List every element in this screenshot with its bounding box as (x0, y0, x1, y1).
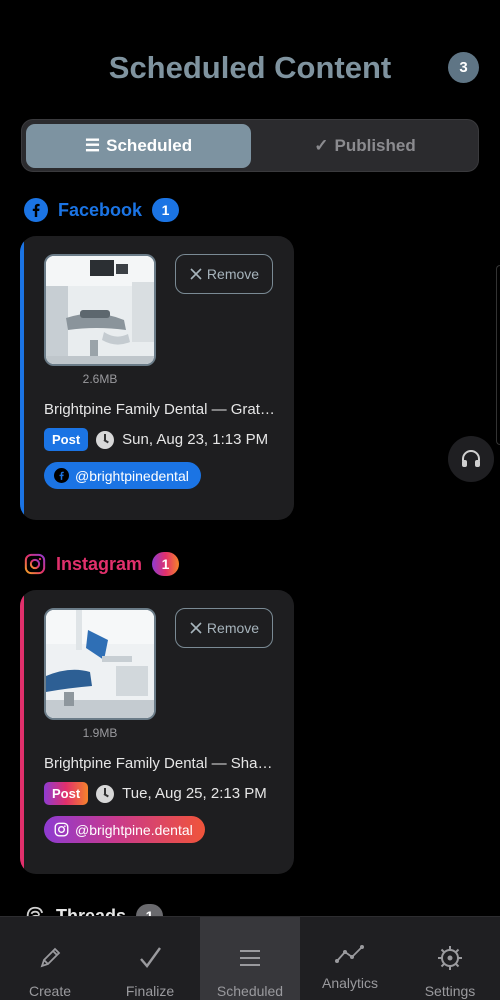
tab-label: Scheduled (106, 136, 193, 155)
post-meta: Post Tue, Aug 25, 2:13 PM (44, 782, 267, 805)
remove-button[interactable]: Remove (175, 254, 273, 294)
account-chip[interactable]: @brightpinedental (44, 462, 201, 489)
account-chip[interactable]: @brightpine.dental (44, 816, 205, 843)
post-type-badge: Post (44, 782, 89, 805)
section-header-instagram: Instagram 1 (24, 552, 180, 576)
check-icon: ✓ (314, 136, 329, 155)
instagram-icon (54, 822, 69, 837)
remove-button[interactable]: Remove (175, 608, 273, 648)
section-count-badge: 1 (152, 552, 180, 576)
list-icon: ☰ (84, 136, 101, 155)
headset-icon (462, 450, 480, 467)
nav-item-scheduled[interactable]: Scheduled (200, 917, 300, 1000)
nav-label: Create (28, 983, 72, 999)
check-icon (136, 941, 164, 975)
platform-stripe (20, 236, 24, 520)
post-caption: Brightpine Family Dental — Shari… (44, 755, 276, 772)
section-header-facebook: Facebook 1 (24, 198, 180, 222)
nav-label: Finalize (125, 983, 175, 999)
post-caption: Brightpine Family Dental — Grat… (44, 401, 275, 418)
post-meta: Post Sun, Aug 23, 1:13 PM (44, 428, 268, 451)
post-type-badge: Post (44, 428, 89, 451)
file-size: 2.6MB (82, 372, 118, 386)
close-icon (190, 622, 202, 634)
scheduled-count-badge: 3 (448, 52, 479, 83)
menu-icon (236, 941, 264, 975)
clock-icon (96, 784, 115, 803)
pencil-icon (36, 941, 64, 975)
remove-label: Remove (206, 266, 260, 282)
tab-label: Published (334, 136, 416, 155)
platform-stripe (20, 590, 24, 874)
clock-icon (96, 430, 115, 449)
nav-item-create[interactable]: Create (0, 917, 100, 1000)
account-handle: @brightpine.dental (75, 821, 193, 838)
header: Scheduled Content 3 (0, 44, 500, 94)
section-title: Facebook (58, 199, 143, 220)
nav-label: Analytics (321, 975, 379, 991)
scheduled-post-card-facebook: 2.6MB Remove Brightpine Family Dental — … (20, 236, 294, 520)
section-count-badge: 1 (152, 198, 180, 222)
analytics-icon (334, 939, 366, 971)
support-button[interactable] (448, 436, 494, 482)
post-thumbnail[interactable] (44, 608, 156, 720)
scheduled-datetime: Sun, Aug 23, 1:13 PM (122, 431, 269, 448)
nav-label: Scheduled (216, 983, 284, 999)
nav-item-settings[interactable]: Settings (400, 917, 500, 1000)
post-thumbnail[interactable] (44, 254, 156, 366)
bottom-nav: Create Finalize Scheduled Analytics Sett… (0, 916, 500, 1000)
tab-published[interactable]: ✓ Published (256, 124, 474, 168)
facebook-icon (54, 468, 69, 483)
instagram-icon (24, 553, 46, 575)
tab-scheduled[interactable]: ☰ Scheduled (26, 124, 251, 168)
page-title: Scheduled Content (108, 50, 392, 85)
file-size: 1.9MB (82, 726, 118, 740)
account-handle: @brightpinedental (75, 467, 189, 484)
section-title: Instagram (56, 553, 143, 574)
nav-item-finalize[interactable]: Finalize (100, 917, 200, 1000)
gear-icon (436, 941, 464, 975)
nav-item-analytics[interactable]: Analytics (300, 917, 400, 1000)
facebook-icon (24, 198, 48, 222)
scroll-edge-indicator (496, 265, 500, 445)
remove-label: Remove (206, 620, 260, 636)
nav-label: Settings (424, 983, 476, 999)
view-toggle: ☰ Scheduled ✓ Published (21, 119, 479, 172)
scheduled-datetime: Tue, Aug 25, 2:13 PM (122, 785, 267, 802)
close-icon (190, 268, 202, 280)
scheduled-post-card-instagram: 1.9MB Remove Brightpine Family Dental — … (20, 590, 294, 874)
